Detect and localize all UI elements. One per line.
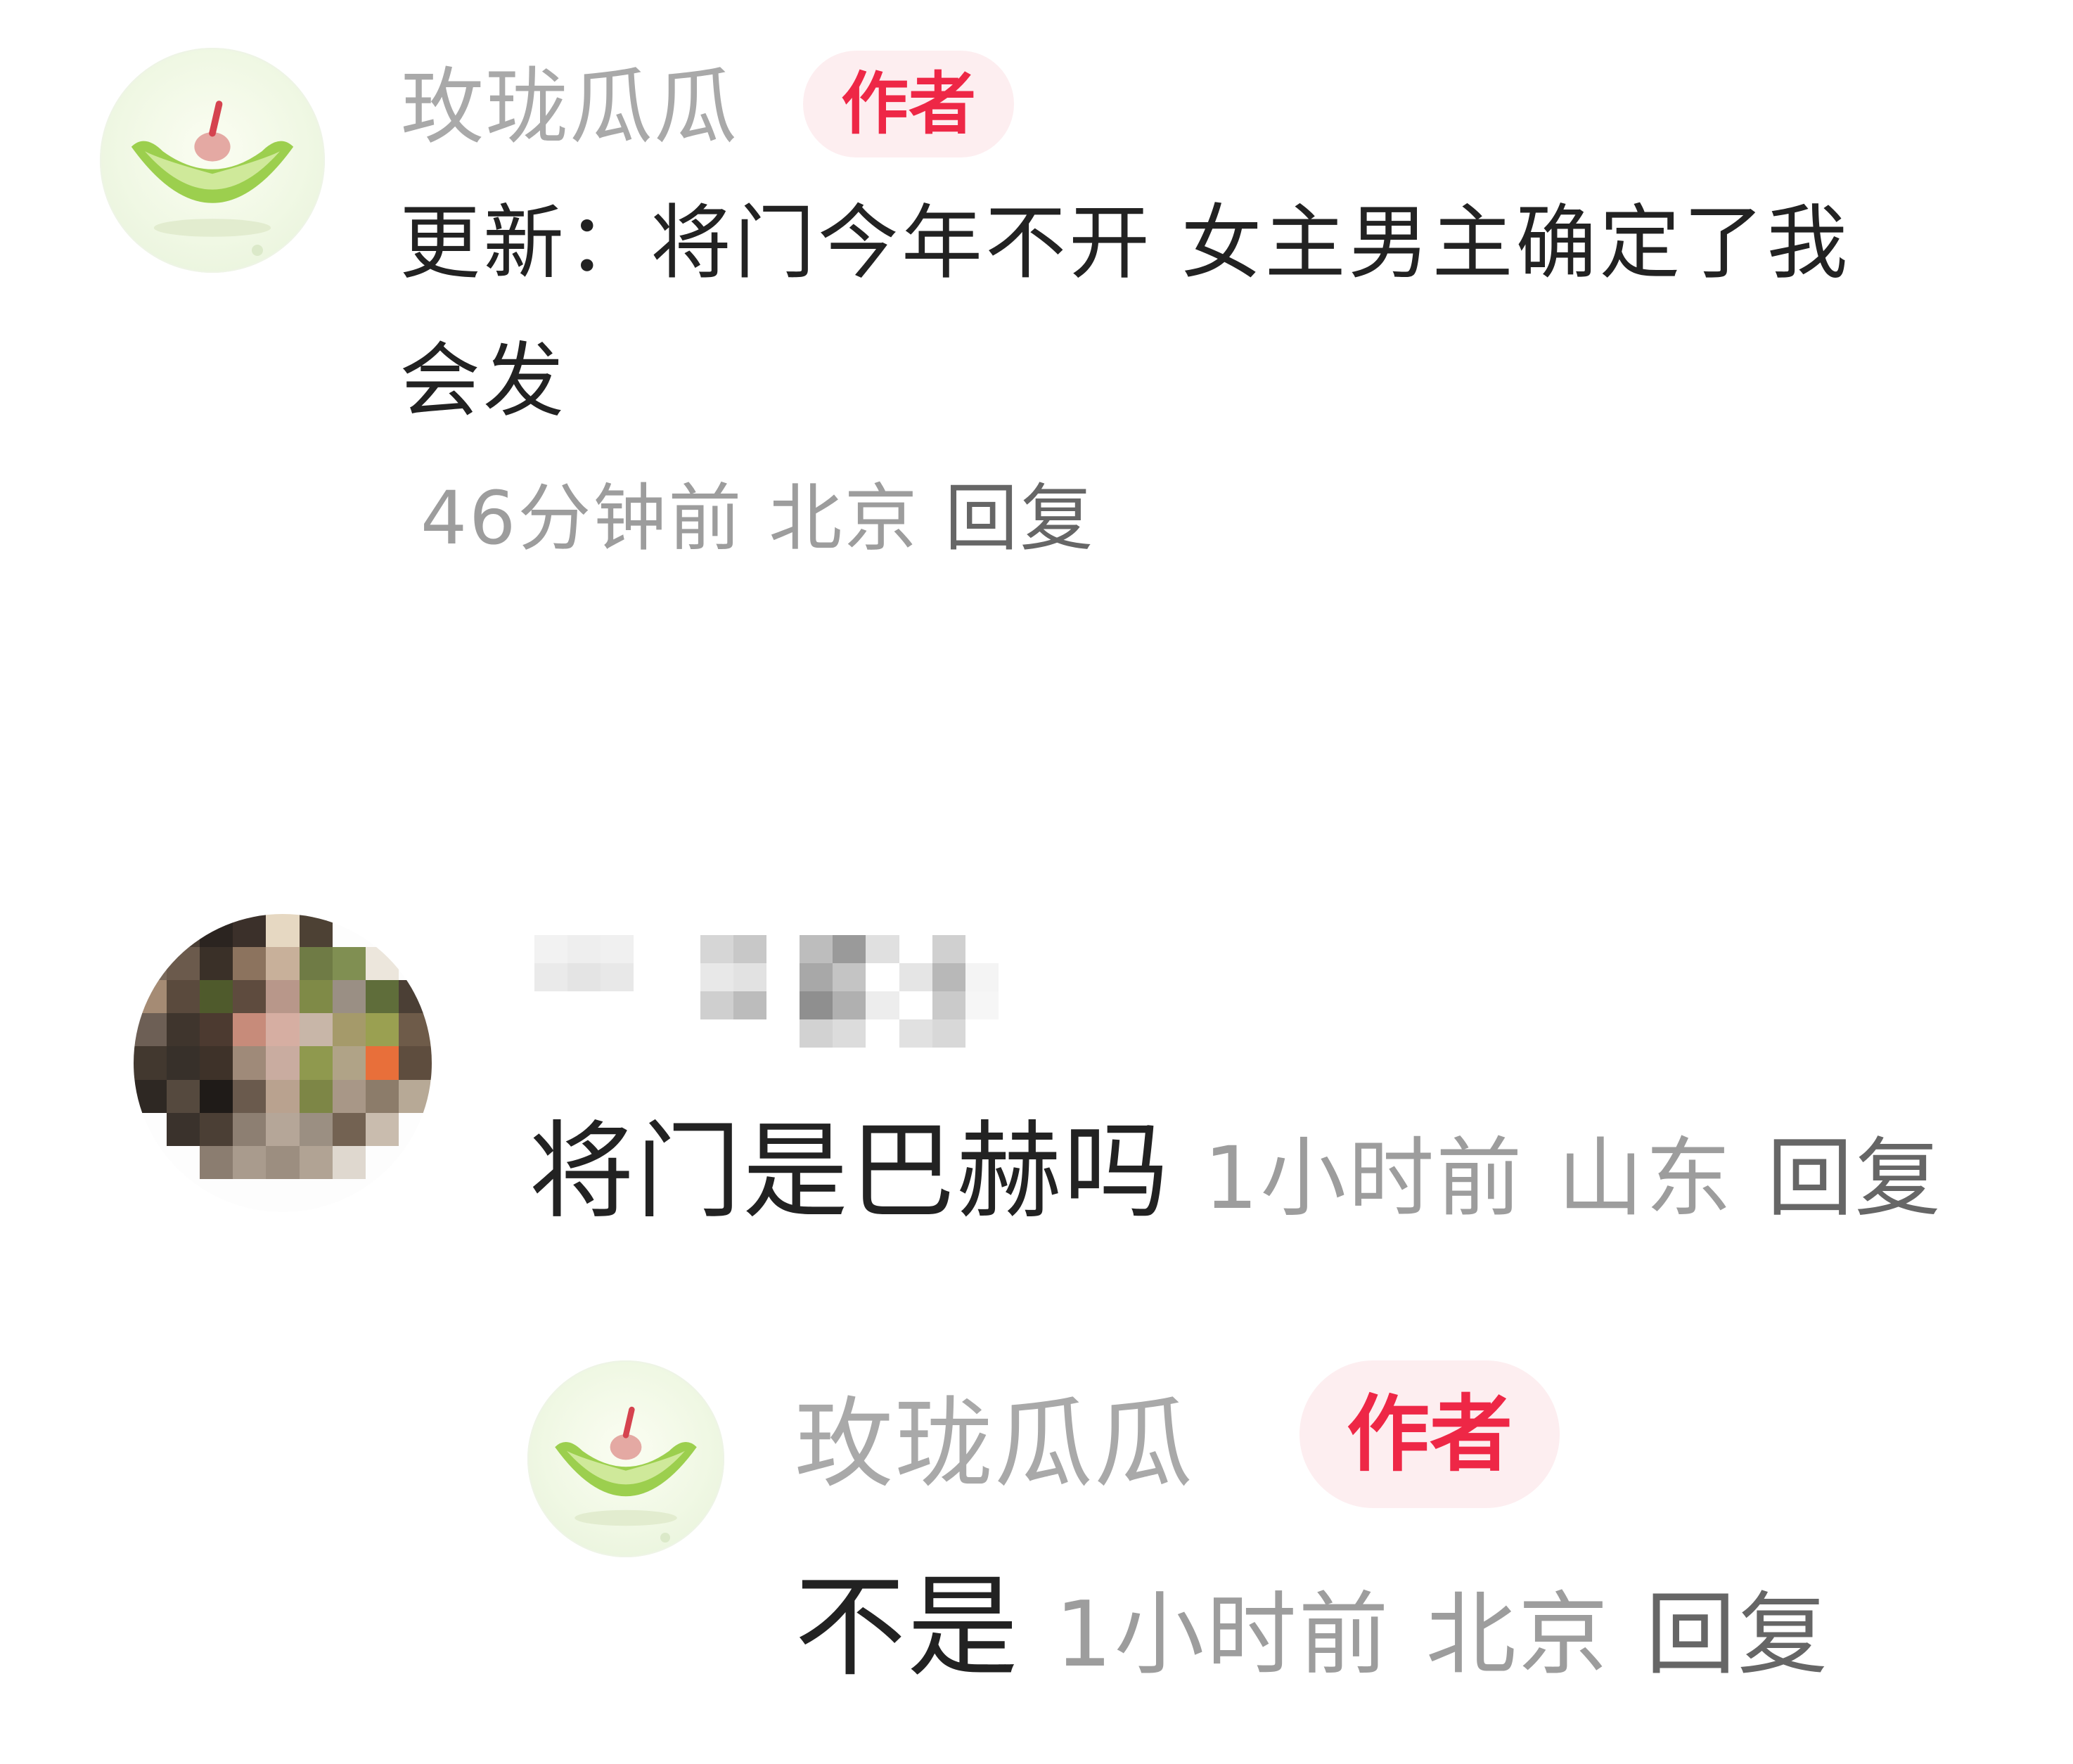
comment-meta: 46分钟前 北京 回复 — [421, 472, 1096, 564]
comment-location: 北京 — [769, 475, 920, 561]
reply-time: 1小时前 — [1055, 1583, 1391, 1687]
author-avatar[interactable] — [100, 48, 325, 273]
melon-avatar-icon — [555, 1406, 697, 1543]
reply-author-name[interactable]: 玫珑瓜瓜 — [795, 1389, 1194, 1501]
reply-button[interactable]: 回复 — [1645, 1583, 1830, 1687]
author-badge: 作者 — [803, 51, 1014, 157]
commenter-avatar[interactable] — [134, 914, 432, 1212]
comment-text-line: 会发 — [399, 334, 567, 428]
melon-avatar-icon — [131, 101, 294, 256]
author-badge: 作者 — [1299, 1360, 1560, 1508]
comment-text: 更新：将门今年不开 女主男主确定了我 会发 — [399, 174, 2017, 450]
reply-row: 不是 1小时前 北京 回复 — [795, 1557, 1830, 1706]
comment-time: 1小时前 — [1203, 1128, 1525, 1228]
comment-text: 将门是巴赫吗 — [529, 1111, 1171, 1233]
reply-text: 不是 — [795, 1563, 1020, 1692]
redacted-username[interactable] — [534, 935, 999, 1048]
reply-author-avatar[interactable] — [527, 1360, 724, 1557]
reply-button[interactable]: 回复 — [1767, 1128, 1943, 1228]
comment-row: 将门是巴赫吗 1小时前 山东 回复 — [529, 1105, 1943, 1245]
comment-text-line: 更新：将门今年不开 女主男主确定了我 — [399, 196, 1851, 290]
reply-location: 北京 — [1425, 1583, 1610, 1687]
reply-button[interactable]: 回复 — [944, 475, 1095, 561]
comment-time: 46分钟前 — [421, 475, 744, 561]
comment-location: 山东 — [1558, 1128, 1734, 1228]
comment-author-name[interactable]: 玫珑瓜瓜 — [401, 58, 738, 156]
